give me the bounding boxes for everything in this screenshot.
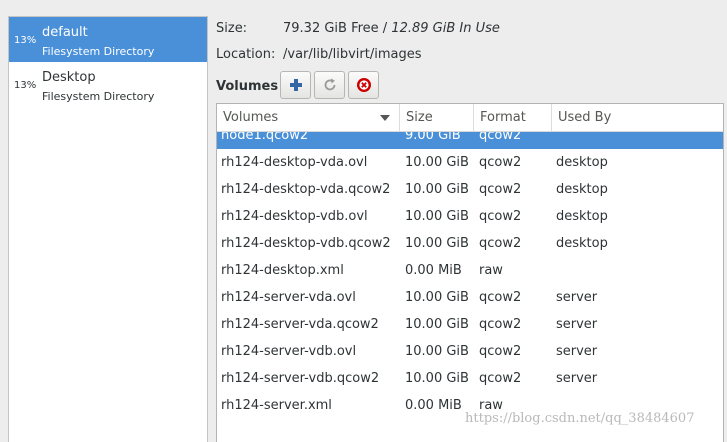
volume-used-by-cell: desktop — [556, 209, 608, 224]
delete-icon — [356, 78, 371, 92]
volume-row[interactable]: rh124-desktop-vda.ovl 10.00 GiB qcow2 deskt… — [217, 149, 723, 176]
volume-used-by-cell: server — [556, 290, 598, 305]
volume-format-cell: qcow2 — [479, 290, 522, 305]
pool-name: Desktop — [42, 70, 96, 85]
volume-size-cell: 10.00 GiB — [405, 209, 469, 224]
size-value: 79.32 GiB Free / 12.89 GiB In Use — [283, 21, 500, 36]
pool-name: default — [42, 25, 88, 40]
location-value: /var/lib/libvirt/images — [283, 47, 422, 62]
add-volume-button[interactable] — [280, 71, 311, 99]
column-header-label: Volumes — [223, 110, 279, 125]
volume-used-by-cell: server — [556, 344, 598, 359]
volume-used-by-cell: desktop — [556, 236, 608, 251]
volume-size-cell: 10.00 GiB — [405, 344, 469, 359]
volume-size-cell: 10.00 GiB — [405, 236, 469, 251]
volume-row[interactable]: rh124-server-vda.qcow2 10.00 GiB qcow2 serv… — [217, 311, 723, 338]
volume-name-cell: rh124-server-vdb.ovl — [221, 344, 357, 359]
volume-name-cell: rh124-server.xml — [221, 398, 332, 413]
volumes-heading: Volumes — [216, 79, 279, 94]
volumes-table-body: branden.qcow29.00 GiBqcow2brandennode1.q… — [217, 104, 723, 419]
pool-item-default[interactable]: 13% default Filesystem Directory — [9, 17, 207, 62]
volume-format-cell: raw — [479, 263, 503, 278]
volume-row[interactable]: rh124-server-vda.ovl 10.00 GiB qcow2 server — [217, 284, 723, 311]
volume-row[interactable]: rh124-desktop.xml 0.00 MiB raw — [217, 257, 723, 284]
size-in-use: 12.89 GiB In Use — [391, 21, 500, 36]
volume-name-cell: rh124-desktop-vdb.ovl — [221, 209, 368, 224]
volume-format-cell: qcow2 — [479, 209, 522, 224]
volume-row[interactable]: rh124-desktop-vda.qcow2 10.00 GiB qcow2 des… — [217, 176, 723, 203]
volume-format-cell: qcow2 — [479, 155, 522, 170]
column-header-size[interactable]: Size — [400, 104, 474, 131]
refresh-icon — [324, 78, 335, 91]
volume-row[interactable]: rh124-server-vdb.qcow2 10.00 GiB qcow2 serv… — [217, 365, 723, 392]
volume-size-cell: 0.00 MiB — [405, 398, 462, 413]
volume-row[interactable]: rh124-desktop-vdb.qcow2 10.00 GiB qcow2 des… — [217, 230, 723, 257]
volume-size-cell: 10.00 GiB — [405, 155, 469, 170]
volume-size-cell: 10.00 GiB — [405, 371, 469, 386]
pool-item-desktop[interactable]: 13% Desktop Filesystem Directory — [9, 62, 207, 107]
pool-usage-percent: 13% — [14, 80, 37, 91]
volume-used-by-cell: desktop — [556, 155, 608, 170]
size-free: 79.32 GiB Free / — [283, 21, 392, 36]
plus-icon — [289, 79, 302, 91]
pool-type: Filesystem Directory — [42, 45, 155, 58]
volume-name-cell: rh124-server-vda.ovl — [221, 290, 356, 305]
column-header-used-by[interactable]: Used By — [552, 104, 723, 131]
volume-size-cell: 10.00 GiB — [405, 317, 469, 332]
volume-size-cell: 10.00 GiB — [405, 182, 469, 197]
volume-name-cell: rh124-desktop-vda.ovl — [221, 155, 368, 170]
volume-used-by-cell: desktop — [556, 182, 608, 197]
refresh-volumes-button[interactable] — [314, 71, 345, 99]
size-label: Size: — [216, 21, 248, 36]
volume-name-cell: rh124-desktop-vdb.qcow2 — [221, 236, 391, 251]
column-header-format[interactable]: Format — [474, 104, 552, 131]
volume-size-cell: 10.00 GiB — [405, 290, 469, 305]
volume-format-cell: qcow2 — [479, 344, 522, 359]
volumes-table-header: Volumes Size Format Used By — [217, 104, 723, 132]
watermark-text: https://blog.csdn.net/qq_38484607 — [465, 411, 695, 426]
volumes-table: branden.qcow29.00 GiBqcow2brandennode1.q… — [216, 103, 724, 442]
volume-format-cell: qcow2 — [479, 371, 522, 386]
volume-name-cell: rh124-desktop.xml — [221, 263, 344, 278]
volume-name-cell: rh124-server-vda.qcow2 — [221, 317, 379, 332]
volume-name-cell: rh124-server-vdb.qcow2 — [221, 371, 380, 386]
location-label: Location: — [216, 47, 276, 62]
pool-type: Filesystem Directory — [42, 90, 155, 103]
volume-used-by-cell: server — [556, 317, 598, 332]
volume-row[interactable]: rh124-server-vdb.ovl 10.00 GiB qcow2 server — [217, 338, 723, 365]
pool-usage-percent: 13% — [14, 35, 37, 46]
volume-format-cell: qcow2 — [479, 317, 522, 332]
volume-used-by-cell: server — [556, 371, 598, 386]
volume-row[interactable]: rh124-desktop-vdb.ovl 10.00 GiB qcow2 deskt… — [217, 203, 723, 230]
volume-format-cell: qcow2 — [479, 182, 522, 197]
column-header-volumes[interactable]: Volumes — [217, 104, 400, 131]
delete-volume-button[interactable] — [348, 71, 379, 99]
volume-size-cell: 0.00 MiB — [405, 263, 462, 278]
storage-pool-list: 13% default Filesystem Directory 13% Des… — [8, 16, 208, 442]
volume-name-cell: rh124-desktop-vda.qcow2 — [221, 182, 391, 197]
sort-descending-icon — [380, 115, 390, 121]
volume-format-cell: qcow2 — [479, 236, 522, 251]
